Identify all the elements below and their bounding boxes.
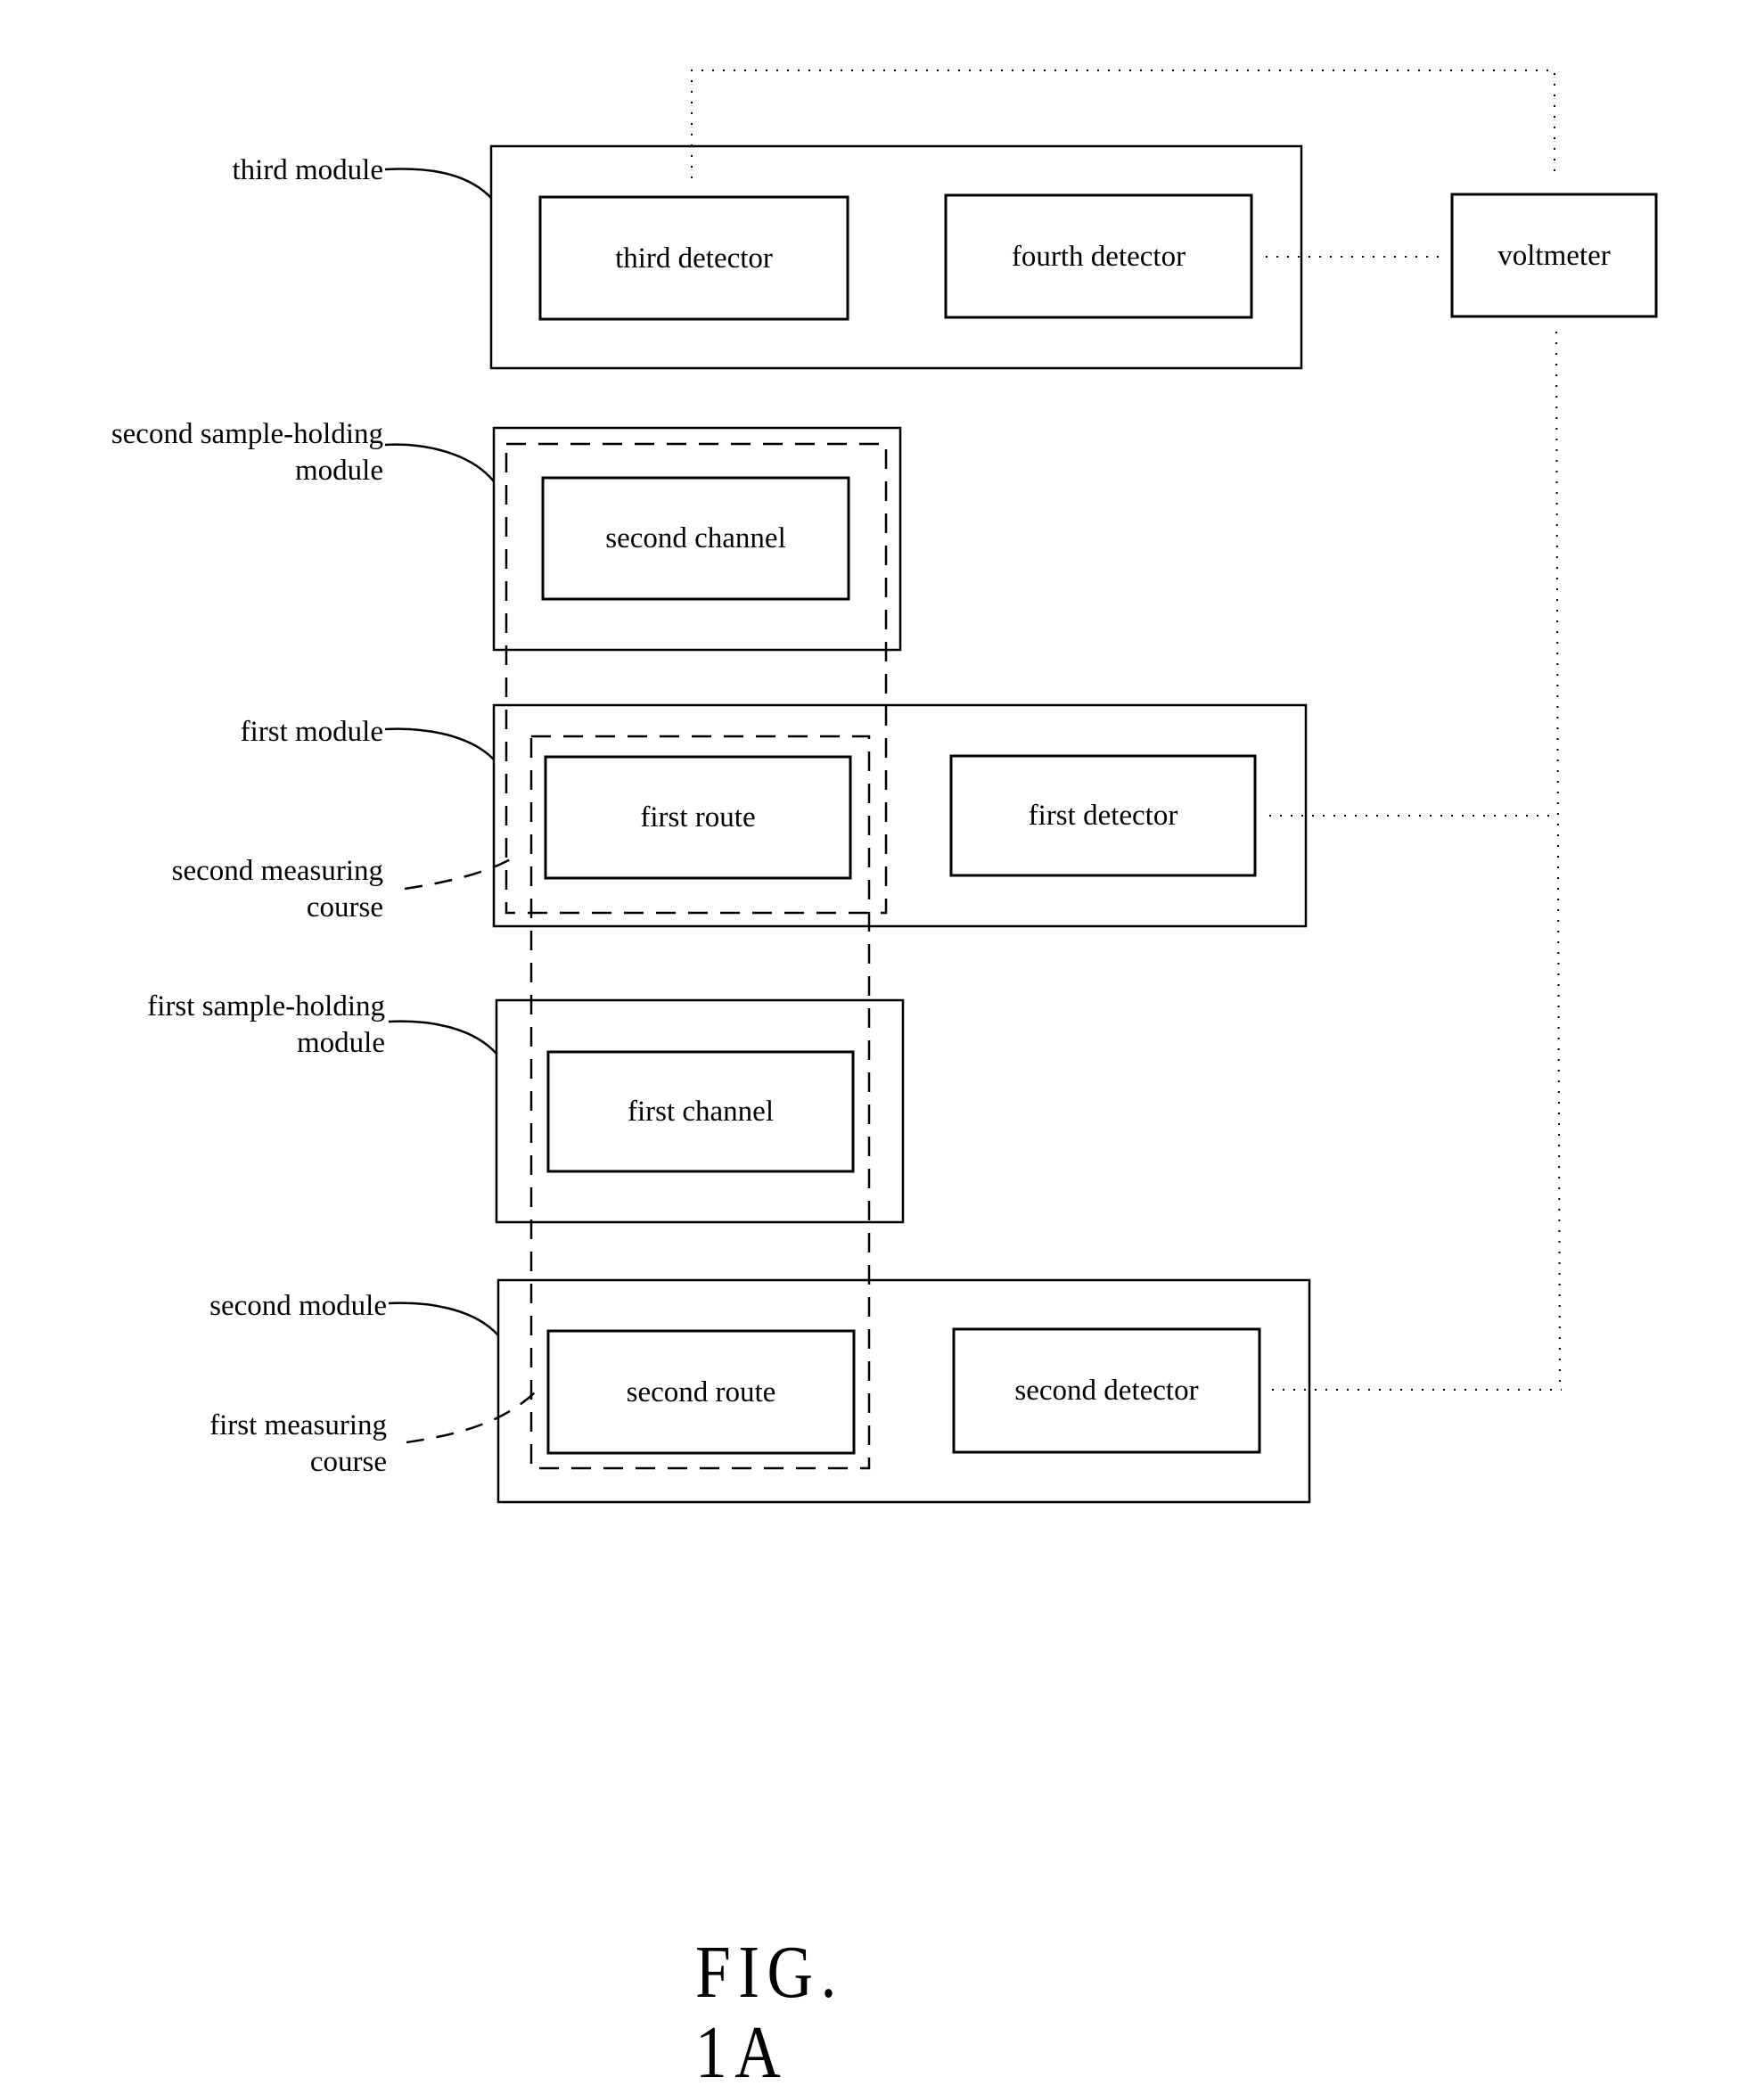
first-detector-label: first detector xyxy=(1028,800,1178,832)
second-sample-holding-module-label-line1: second sample-holding xyxy=(111,418,383,450)
leader-second-sample-holding-module xyxy=(384,443,495,482)
first-route-label: first route xyxy=(640,801,756,833)
first-channel-label: first channel xyxy=(627,1096,775,1128)
second-channel-label: second channel xyxy=(605,522,786,554)
first-measuring-course-label-line1: first measuring xyxy=(209,1409,387,1441)
third-module-label: third module xyxy=(232,154,383,186)
second-measuring-course-label-line1: second measuring xyxy=(171,855,383,887)
figure-caption: FIG. 1A xyxy=(695,1931,844,2094)
leader-first-measuring-course xyxy=(406,1392,536,1444)
second-detector-label: second detector xyxy=(1014,1375,1199,1407)
first-sample-holding-module-label-line1: first sample-holding xyxy=(147,990,385,1022)
leader-first-sample-holding-module xyxy=(388,1020,497,1055)
voltmeter-label: voltmeter xyxy=(1497,239,1611,272)
second-module-label: second module xyxy=(209,1290,387,1322)
fourth-detector-label: fourth detector xyxy=(1011,240,1186,273)
leader-first-module xyxy=(384,727,495,760)
leader-second-measuring-course xyxy=(404,856,514,891)
wire-voltmeter-down xyxy=(1555,331,1561,1391)
wire-third-detector-voltmeter xyxy=(691,70,1555,178)
leader-third-module xyxy=(384,168,492,199)
first-measuring-course-label-line2: course xyxy=(309,1446,387,1478)
second-measuring-course-label-line2: course xyxy=(306,891,383,924)
second-route-label: second route xyxy=(626,1375,776,1408)
third-detector-label: third detector xyxy=(615,242,773,275)
first-sample-holding-module-label-line2: module xyxy=(297,1027,385,1059)
first-module-label: first module xyxy=(240,716,383,748)
leader-second-module xyxy=(388,1302,499,1336)
second-sample-holding-module-label-line2: module xyxy=(295,455,383,487)
